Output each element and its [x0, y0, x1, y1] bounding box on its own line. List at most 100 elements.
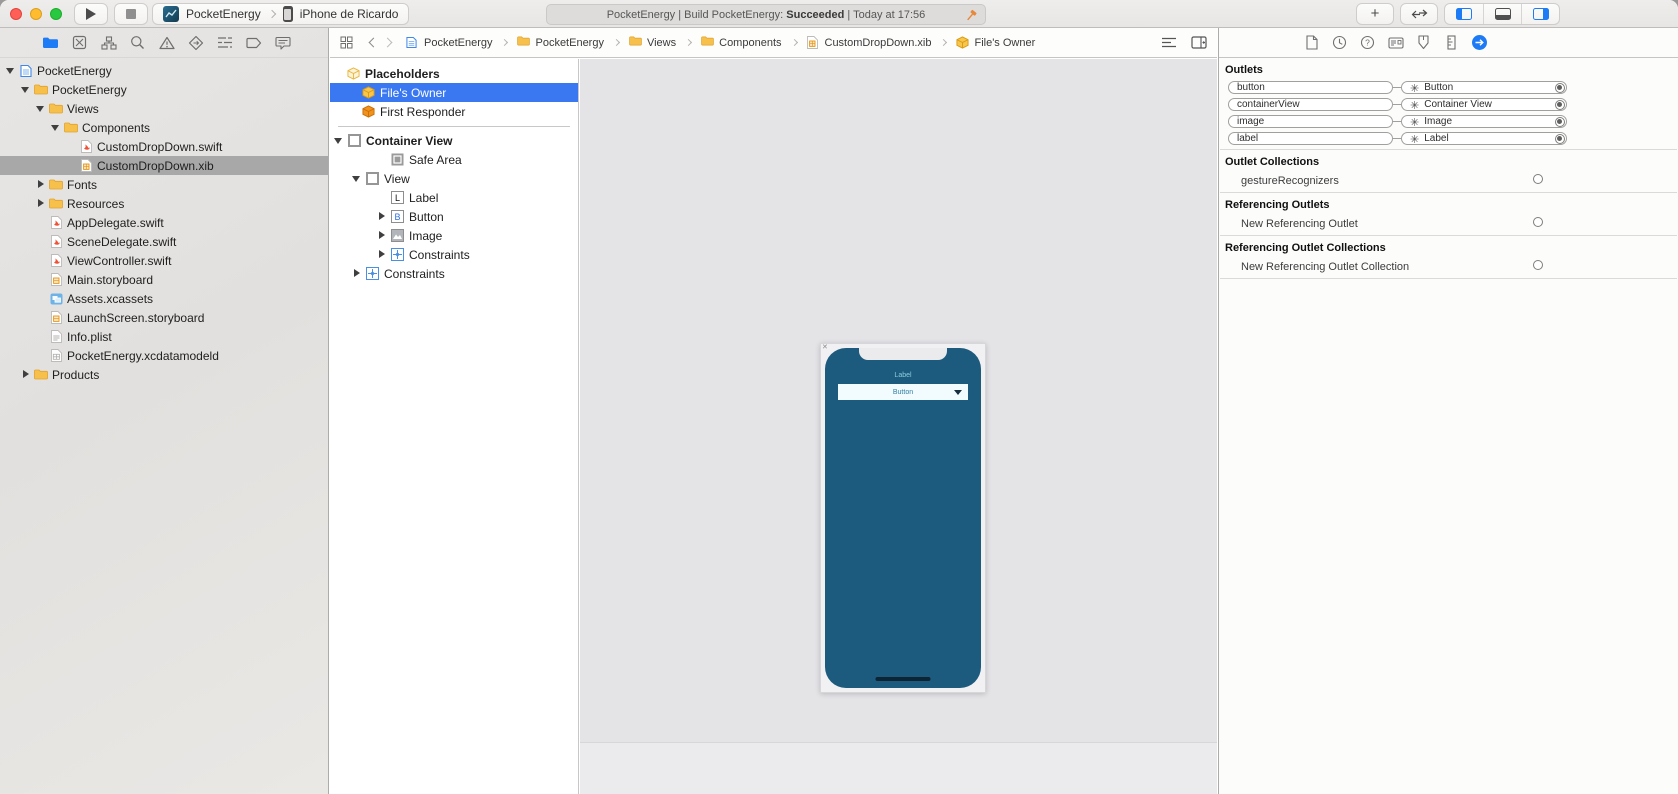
- scheme-device[interactable]: iPhone de Ricardo: [300, 7, 399, 21]
- activity-view[interactable]: PocketEnergy | Build PocketEnergy: Succe…: [546, 4, 986, 25]
- forward-button[interactable]: [383, 38, 393, 48]
- source-control-navigator-icon[interactable]: [71, 34, 88, 51]
- project-navigator-icon[interactable]: [42, 34, 59, 51]
- zoom-button[interactable]: [50, 8, 62, 20]
- run-button[interactable]: [74, 3, 108, 25]
- file-row[interactable]: Views: [0, 99, 328, 118]
- toggle-debug-button[interactable]: [1483, 4, 1521, 24]
- quick-help-inspector-icon[interactable]: ?: [1359, 34, 1376, 51]
- back-button[interactable]: [369, 38, 379, 48]
- disclosure-triangle[interactable]: [36, 104, 45, 113]
- container-view[interactable]: Label Button: [825, 348, 981, 688]
- connection-well[interactable]: [1555, 117, 1565, 127]
- disclosure-triangle[interactable]: [36, 180, 45, 189]
- breadcrumb-item[interactable]: PocketEnergy: [406, 36, 492, 49]
- editor-mode-button[interactable]: [1400, 3, 1438, 25]
- connection-well[interactable]: [1533, 260, 1543, 270]
- outlet-name-capsule[interactable]: containerView: [1228, 98, 1393, 111]
- file-row[interactable]: CustomDropDown.swift: [0, 137, 328, 156]
- file-row-selected[interactable]: CustomDropDown.xib: [0, 156, 328, 175]
- breadcrumb-item[interactable]: File's Owner: [956, 36, 1035, 49]
- size-inspector-icon[interactable]: [1443, 34, 1460, 51]
- disclosure-triangle[interactable]: [21, 85, 30, 94]
- file-row[interactable]: Assets.xcassets: [0, 289, 328, 308]
- outline-row[interactable]: L Label: [330, 188, 578, 207]
- outline-row[interactable]: Safe Area: [330, 150, 578, 169]
- file-row[interactable]: PocketEnergy: [0, 80, 328, 99]
- outlet-name-capsule[interactable]: image: [1228, 115, 1393, 128]
- breadcrumb-item[interactable]: CustomDropDown.xib: [807, 36, 932, 49]
- issue-navigator-icon[interactable]: [158, 34, 175, 51]
- connection-well[interactable]: [1555, 83, 1565, 93]
- designed-label[interactable]: Label: [825, 372, 981, 379]
- file-row[interactable]: PocketEnergy: [0, 61, 328, 80]
- outlet-target-capsule[interactable]: ✳ Label: [1401, 132, 1567, 145]
- connections-inspector-icon[interactable]: [1471, 34, 1488, 51]
- outline-row[interactable]: View: [330, 169, 578, 188]
- report-navigator-icon[interactable]: [274, 34, 291, 51]
- close-icon[interactable]: ✕: [822, 343, 828, 351]
- toggle-inspector-button[interactable]: [1521, 4, 1559, 24]
- library-add-button[interactable]: +: [1356, 3, 1394, 25]
- disclosure-triangle[interactable]: [377, 231, 386, 240]
- ib-canvas[interactable]: ✕ Label Button: [580, 59, 1217, 794]
- file-row[interactable]: AppDelegate.swift: [0, 213, 328, 232]
- test-navigator-icon[interactable]: [187, 34, 204, 51]
- disclosure-triangle[interactable]: [352, 174, 361, 183]
- attributes-inspector-icon[interactable]: [1415, 34, 1432, 51]
- breadcrumb-label[interactable]: PocketEnergy: [535, 37, 603, 49]
- connection-well[interactable]: [1533, 217, 1543, 227]
- disclosure-triangle[interactable]: [377, 212, 386, 221]
- scheme-project[interactable]: PocketEnergy: [186, 7, 261, 21]
- disclosure-triangle[interactable]: [36, 199, 45, 208]
- disclosure-triangle[interactable]: [6, 66, 15, 75]
- disclosure-triangle[interactable]: [51, 123, 60, 132]
- file-row[interactable]: Fonts: [0, 175, 328, 194]
- history-inspector-icon[interactable]: [1331, 34, 1348, 51]
- symbol-navigator-icon[interactable]: [100, 34, 117, 51]
- outline-row[interactable]: Constraints: [330, 264, 578, 283]
- breadcrumb-label[interactable]: Components: [719, 37, 781, 49]
- find-navigator-icon[interactable]: [129, 34, 146, 51]
- file-row[interactable]: Main.storyboard: [0, 270, 328, 289]
- outlet-target-capsule[interactable]: ✳ Container View: [1401, 98, 1567, 111]
- outline-row[interactable]: First Responder: [330, 102, 578, 121]
- identity-inspector-icon[interactable]: [1387, 34, 1404, 51]
- related-items-icon[interactable]: [340, 36, 353, 49]
- disclosure-triangle[interactable]: [377, 250, 386, 259]
- scheme-selector[interactable]: PocketEnergy iPhone de Ricardo: [152, 3, 409, 25]
- device-preview[interactable]: ✕ Label Button: [820, 343, 986, 693]
- file-row[interactable]: Resources: [0, 194, 328, 213]
- file-inspector-icon[interactable]: [1303, 34, 1320, 51]
- outlet-target-capsule[interactable]: ✳ Button: [1401, 81, 1567, 94]
- outline-row[interactable]: Image: [330, 226, 578, 245]
- debug-navigator-icon[interactable]: [216, 34, 233, 51]
- minimize-button[interactable]: [30, 8, 42, 20]
- outlet-name-capsule[interactable]: button: [1228, 81, 1393, 94]
- outlet-name-capsule[interactable]: label: [1228, 132, 1393, 145]
- breadcrumb-label[interactable]: PocketEnergy: [424, 37, 492, 49]
- breadcrumb-label[interactable]: Views: [647, 37, 676, 49]
- connection-well[interactable]: [1533, 174, 1543, 184]
- breadcrumb-label[interactable]: File's Owner: [974, 37, 1035, 49]
- disclosure-triangle[interactable]: [352, 269, 361, 278]
- adjust-editor-icon[interactable]: [1161, 37, 1177, 48]
- outline-row[interactable]: Placeholders: [330, 64, 578, 83]
- connection-well[interactable]: [1555, 100, 1565, 110]
- designed-dropdown-button[interactable]: Button: [838, 384, 968, 400]
- breadcrumb-label[interactable]: CustomDropDown.xib: [825, 37, 932, 49]
- breakpoint-navigator-icon[interactable]: [245, 34, 262, 51]
- file-row[interactable]: SceneDelegate.swift: [0, 232, 328, 251]
- disclosure-triangle[interactable]: [21, 370, 30, 379]
- file-row[interactable]: Products: [0, 365, 328, 384]
- breadcrumb-item[interactable]: Components: [701, 36, 781, 49]
- file-row[interactable]: Components: [0, 118, 328, 137]
- file-row[interactable]: PocketEnergy.xcdatamodeld: [0, 346, 328, 365]
- close-button[interactable]: [10, 8, 22, 20]
- outline-row[interactable]: Container View: [330, 131, 578, 150]
- outline-row-selected[interactable]: File's Owner: [330, 83, 578, 102]
- outline-row[interactable]: B Button: [330, 207, 578, 226]
- add-editor-icon[interactable]: [1191, 36, 1207, 49]
- outline-row[interactable]: Constraints: [330, 245, 578, 264]
- breadcrumb-item[interactable]: PocketEnergy: [517, 36, 603, 49]
